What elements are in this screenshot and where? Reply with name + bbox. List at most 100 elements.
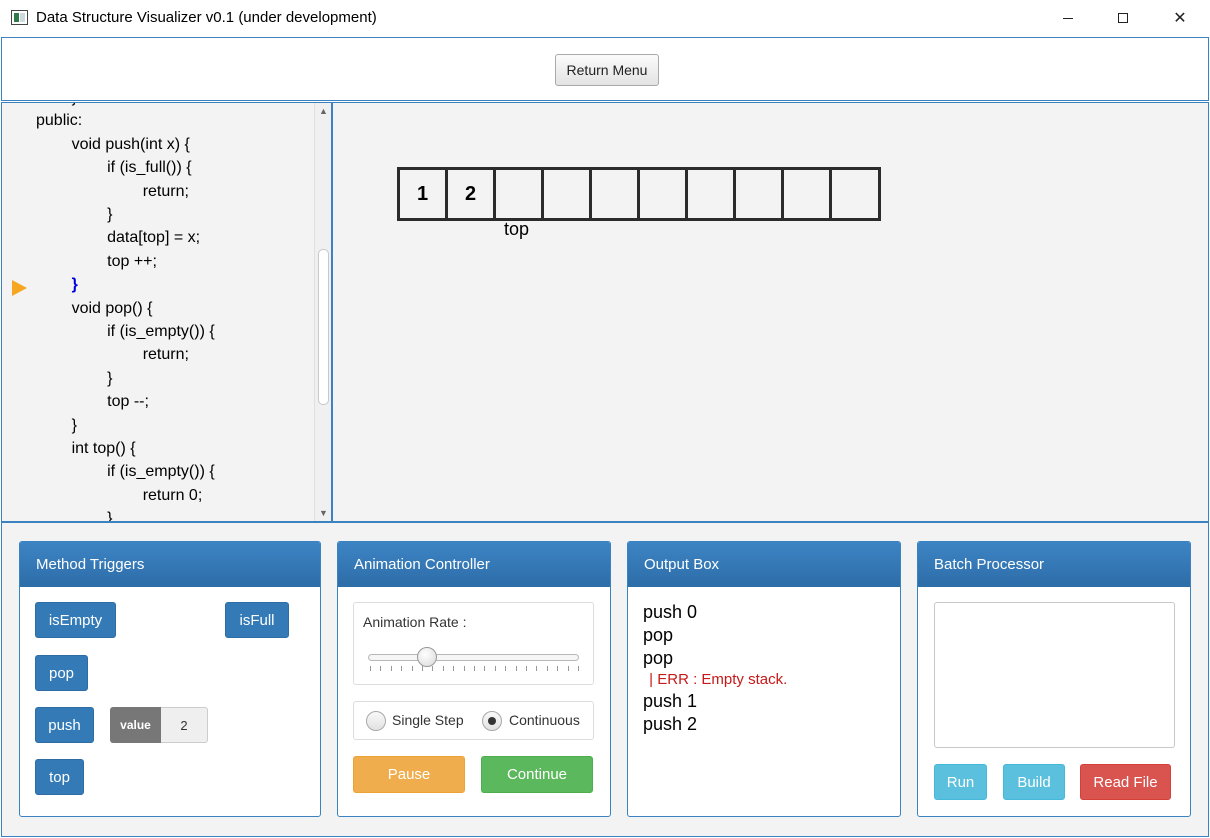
current-line-arrow-icon [12, 280, 27, 296]
animation-rate-box: Animation Rate : [353, 602, 594, 685]
slider-tick [494, 666, 496, 671]
stack-cell [784, 170, 832, 218]
maximize-button[interactable] [1100, 0, 1146, 36]
slider-tick [505, 666, 507, 671]
output-log: push 0 pop pop | ERR : Empty stack. push 1 p… [643, 602, 893, 737]
top-toolbar: Return Menu [1, 37, 1209, 101]
slider-tick [536, 666, 538, 671]
slider-tick [463, 666, 465, 671]
code-line: } [36, 276, 78, 294]
output-line: push 2 [643, 714, 698, 734]
stack-cell [688, 170, 736, 218]
minimize-icon [1063, 17, 1073, 19]
window-title: Data Structure Visualizer v0.1 (under de… [36, 9, 377, 26]
slider-tick [484, 666, 486, 671]
code-line: if (is_empty()) { [36, 463, 215, 481]
maximize-icon [1118, 13, 1128, 23]
output-error-line: | ERR : Empty stack. [645, 671, 788, 688]
code-line: } [36, 103, 77, 112]
batch-commands-textarea[interactable] [934, 602, 1175, 748]
code-line: } [36, 206, 113, 223]
batch-processor-card: Batch Processor Run Build Read File [917, 541, 1191, 817]
code-line: public: [36, 112, 83, 130]
animation-rate-label: Animation Rate : [363, 614, 467, 630]
method-triggers-card: Method Triggers isEmpty isFull pop push … [19, 541, 321, 817]
value-label: value [110, 707, 161, 743]
slider-tick [390, 666, 392, 671]
animation-mode-group: Single Step Continuous [353, 701, 594, 740]
animation-rate-slider-thumb[interactable] [417, 647, 438, 667]
slider-tick [370, 666, 371, 671]
code-line: if (is_full()) { [36, 159, 192, 177]
code-line: int top() { [36, 440, 136, 457]
continuous-label[interactable]: Continuous [509, 712, 580, 728]
code-line: data[top] = x; [36, 229, 201, 247]
code-line: void push(int x) { [36, 135, 190, 153]
title-bar: Data Structure Visualizer v0.1 (under de… [0, 0, 1210, 36]
single-step-radio[interactable] [366, 711, 386, 731]
top-pointer-label: top [504, 219, 530, 239]
is-empty-button[interactable]: isEmpty [35, 602, 116, 638]
stack-cell [496, 170, 544, 218]
pop-button[interactable]: pop [35, 655, 88, 691]
scroll-thumb[interactable] [318, 249, 329, 405]
slider-tick [474, 666, 475, 671]
method-triggers-title: Method Triggers [20, 542, 320, 587]
output-line: push 1 [643, 691, 698, 711]
scroll-down-icon[interactable]: ▼ [315, 506, 331, 520]
stack-cell [544, 170, 592, 218]
slider-tick [380, 666, 382, 671]
continuous-radio[interactable] [482, 711, 502, 731]
push-button[interactable]: push [35, 707, 94, 743]
code-scrollbar[interactable]: ▲ ▼ [314, 103, 331, 521]
single-step-label[interactable]: Single Step [392, 712, 464, 728]
run-button[interactable]: Run [934, 764, 987, 800]
output-line: push 0 [643, 602, 698, 622]
slider-tick [515, 666, 517, 671]
stack-cell [736, 170, 784, 218]
stack-cell [832, 170, 878, 218]
animation-rate-slider-track[interactable] [368, 654, 579, 661]
return-menu-button[interactable]: Return Menu [555, 54, 659, 86]
close-icon: ✕ [1173, 10, 1187, 27]
pause-button[interactable]: Pause [353, 756, 465, 793]
control-area: Method Triggers isEmpty isFull pop push … [1, 522, 1209, 837]
slider-tick [578, 666, 579, 671]
code-line: return 0; [36, 486, 203, 504]
value-input[interactable]: 2 [161, 707, 208, 743]
slider-tick [401, 666, 403, 671]
close-button[interactable]: ✕ [1157, 0, 1203, 36]
slider-tick [526, 666, 527, 671]
build-button[interactable]: Build [1003, 764, 1065, 800]
code-panel[interactable]: }public: void push(int x) { if (is_full(… [1, 102, 332, 522]
code-line: void pop() { [36, 299, 153, 317]
slider-tick [442, 666, 444, 671]
value-input-group: value 2 [110, 707, 208, 743]
code-line: } [36, 369, 113, 387]
stack-cell: 2 [448, 170, 496, 218]
slider-tick [546, 666, 548, 671]
stack-cell [592, 170, 640, 218]
animation-controller-title: Animation Controller [338, 542, 610, 587]
code-line: top --; [36, 393, 149, 411]
slider-tick [567, 666, 569, 671]
animation-controller-card: Animation Controller Animation Rate : Si… [337, 541, 611, 817]
output-line: pop [643, 648, 674, 668]
is-full-button[interactable]: isFull [225, 602, 289, 638]
stack-cell [640, 170, 688, 218]
stack-cell: 1 [400, 170, 448, 218]
app-icon [11, 10, 28, 25]
slider-tick [432, 666, 434, 671]
slider-tick [411, 666, 413, 671]
output-box-title: Output Box [628, 542, 900, 587]
continue-button[interactable]: Continue [481, 756, 593, 793]
minimize-button[interactable] [1045, 0, 1091, 36]
code-line: } [36, 416, 77, 434]
top-button[interactable]: top [35, 759, 84, 795]
scroll-up-icon[interactable]: ▲ [315, 104, 331, 118]
visualization-panel: 12 top [332, 102, 1209, 522]
read-file-button[interactable]: Read File [1080, 764, 1171, 800]
batch-processor-title: Batch Processor [918, 542, 1190, 587]
code-line: return; [36, 346, 189, 364]
output-line: pop [643, 625, 674, 645]
